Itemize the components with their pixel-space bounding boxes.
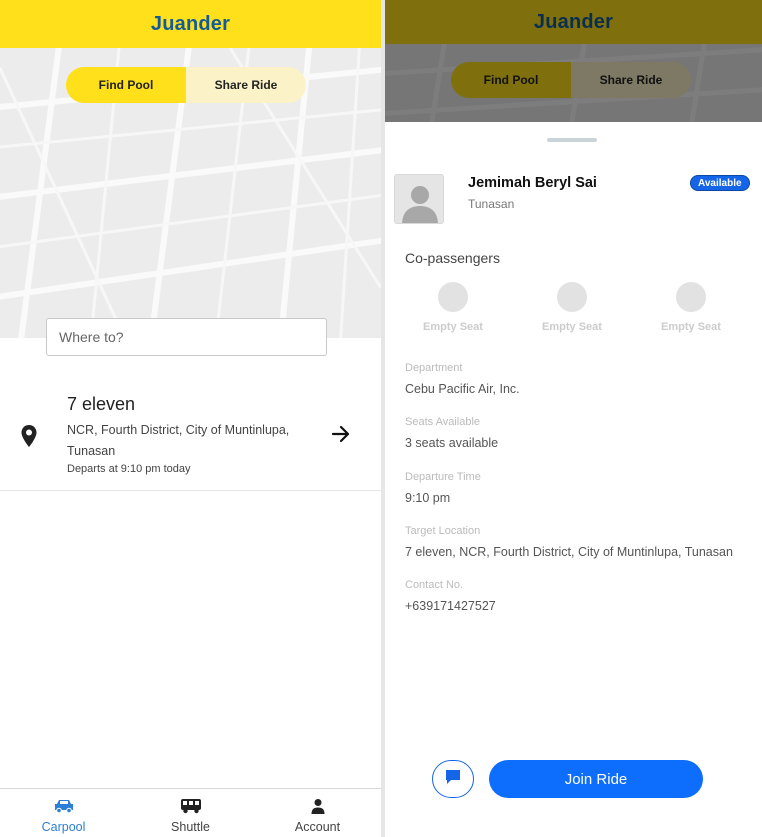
location-pin-icon <box>20 424 38 453</box>
chat-bubble-icon <box>444 768 462 791</box>
chat-button[interactable] <box>432 760 474 798</box>
contact-number-field: Contact No. +639171427527 <box>405 579 496 613</box>
seat-avatar-placeholder <box>438 282 468 312</box>
modal-backdrop[interactable] <box>385 0 762 122</box>
share-ride-tab[interactable]: Share Ride <box>186 67 306 103</box>
departure-time-field: Departure Time 9:10 pm <box>405 471 481 505</box>
map-view[interactable]: Find Pool Share Ride <box>0 48 381 338</box>
nav-label: Account <box>294 820 341 834</box>
seats-available-field: Seats Available 3 seats available <box>405 416 498 450</box>
sheet-drag-handle[interactable] <box>547 138 597 142</box>
carpool-screen: Juander Find Pool Share Ride Where to? 7… <box>0 0 381 837</box>
bottom-navigation: Carpool Shuttle Account <box>0 788 381 837</box>
car-icon <box>53 798 75 817</box>
ride-detail-sheet: Jemimah Beryl Sai Tunasan Available Co-p… <box>385 122 762 837</box>
result-address: NCR, Fourth District, City of Muntinlupa… <box>67 423 290 458</box>
ride-result-item[interactable]: 7 eleven NCR, Fourth District, City of M… <box>0 390 381 491</box>
avatar <box>394 174 444 224</box>
nav-label: Carpool <box>41 820 86 834</box>
field-value: 9:10 pm <box>405 491 451 505</box>
app-header: Juander <box>0 0 381 48</box>
mode-toggle: Find Pool Share Ride <box>66 67 306 103</box>
nav-account[interactable]: Account <box>254 789 381 837</box>
arrow-right-icon[interactable] <box>330 423 352 450</box>
where-to-input[interactable]: Where to? <box>46 318 327 356</box>
result-title: 7 eleven <box>67 394 136 414</box>
field-value: 7 eleven, NCR, Fourth District, City of … <box>405 545 733 559</box>
target-location-field: Target Location 7 eleven, NCR, Fourth Di… <box>405 525 733 559</box>
driver-name: Jemimah Beryl Sai <box>468 175 597 191</box>
result-departure: Departs at 9:10 pm today <box>67 463 191 475</box>
field-label: Departure Time <box>405 471 481 483</box>
ride-detail-screen: Juander Find Pool Share Ride <box>385 0 762 837</box>
app-title: Juander <box>150 12 231 35</box>
seat-avatar-placeholder <box>676 282 706 312</box>
field-label: Target Location <box>405 525 481 537</box>
field-label: Contact No. <box>405 579 464 591</box>
field-value: Cebu Pacific Air, Inc. <box>405 382 520 396</box>
department-field: Department Cebu Pacific Air, Inc. <box>405 362 520 396</box>
field-value: +639171427527 <box>405 599 496 613</box>
nav-shuttle[interactable]: Shuttle <box>127 789 254 837</box>
avatar-placeholder-icon <box>395 175 443 223</box>
field-label: Department <box>405 362 463 374</box>
find-pool-tab[interactable]: Find Pool <box>66 67 186 103</box>
seat-label: Empty Seat <box>542 321 602 333</box>
empty-seat: Empty Seat <box>651 282 731 333</box>
co-passengers-label: Co-passengers <box>405 250 500 266</box>
seat-avatar-placeholder <box>557 282 587 312</box>
join-ride-button[interactable]: Join Ride <box>489 760 703 798</box>
person-icon <box>310 798 326 817</box>
empty-seat: Empty Seat <box>413 282 493 333</box>
driver-location: Tunasan <box>468 197 515 211</box>
bus-icon <box>180 798 202 817</box>
seat-label: Empty Seat <box>423 321 483 333</box>
status-badge: Available <box>690 175 750 191</box>
nav-label: Shuttle <box>171 820 210 834</box>
field-label: Seats Available <box>405 416 481 428</box>
nav-carpool[interactable]: Carpool <box>0 789 127 837</box>
field-value: 3 seats available <box>405 436 499 450</box>
empty-seat: Empty Seat <box>532 282 612 333</box>
seat-label: Empty Seat <box>661 321 721 333</box>
